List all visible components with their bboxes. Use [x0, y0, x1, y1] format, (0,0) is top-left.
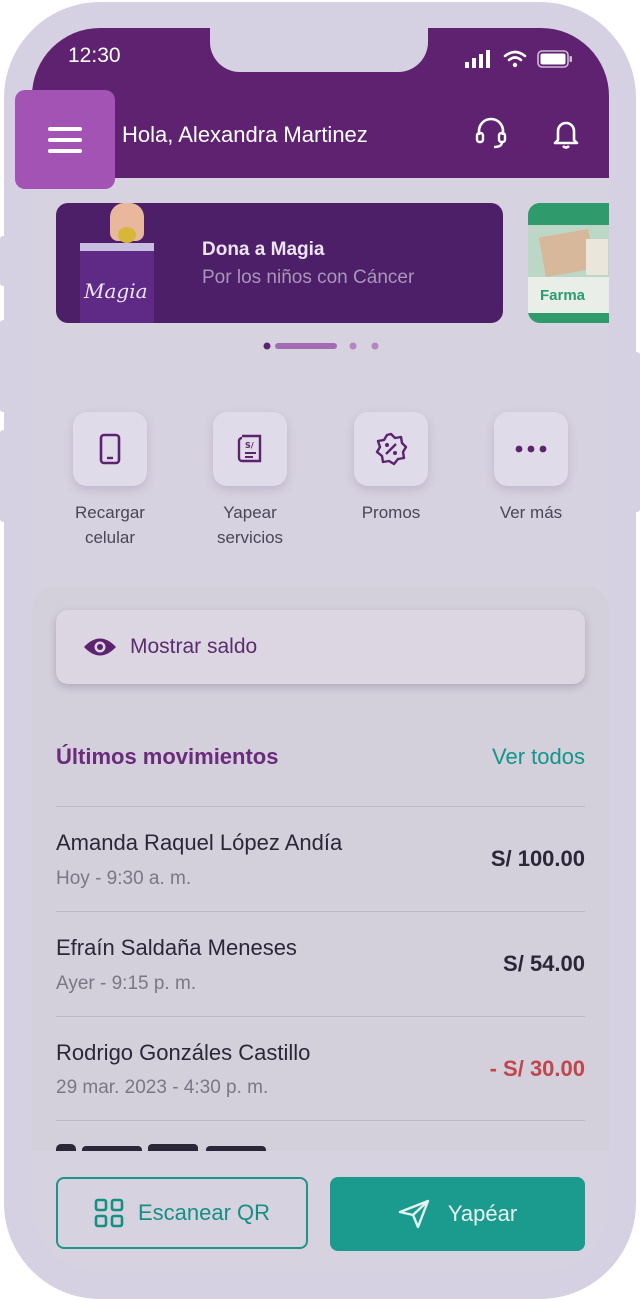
farma-logo: Farma	[540, 287, 586, 304]
show-balance-label: Mostrar saldo	[130, 635, 258, 658]
banner-title: Dona a Magia	[202, 239, 325, 260]
promos-button[interactable]	[354, 412, 428, 486]
wifi-icon	[503, 50, 527, 68]
qr-icon	[94, 1198, 124, 1228]
quick-action-label: Yapear servicios	[216, 503, 284, 547]
headset-icon[interactable]	[474, 116, 508, 150]
receipt-icon: S/	[237, 434, 262, 463]
yape-label: Yapéar	[447, 1201, 518, 1226]
transaction-name[interactable]: Efraín Saldaña Meneses	[56, 935, 297, 961]
phone-side-button	[0, 430, 6, 522]
transaction-amount: - S/ 30.00	[489, 1056, 585, 1081]
banner-farma[interactable]: Farma	[528, 203, 609, 323]
pay-services-button[interactable]: S/	[213, 412, 287, 486]
menu-icon	[48, 126, 82, 153]
eye-icon	[84, 638, 116, 656]
transaction-amount: S/ 100.00	[490, 846, 585, 871]
see-all-link[interactable]: Ver todos	[492, 744, 585, 770]
transaction-date: Ayer - 9:15 p. m.	[56, 973, 197, 994]
menu-button[interactable]	[15, 90, 115, 189]
status-icons	[465, 48, 573, 70]
yape-button[interactable]: Yapéar	[330, 1177, 585, 1251]
transaction-name[interactable]: Amanda Raquel López Andía	[56, 830, 342, 856]
discount-badge-icon	[375, 432, 408, 466]
transaction-date: Hoy - 9:30 a. m.	[56, 868, 192, 889]
see-more-button[interactable]	[494, 412, 568, 486]
phone-side-button	[634, 352, 640, 512]
quick-action-label: Recargar celular	[75, 503, 145, 547]
movements-title: Últimos movimientos	[56, 744, 279, 769]
svg-text:S/: S/	[245, 441, 254, 450]
transaction-name[interactable]: Rodrigo Gonzáles Castillo	[56, 1040, 310, 1066]
hand-coin-image	[110, 203, 144, 243]
phone-side-button	[0, 236, 6, 286]
magia-logo: Magia	[84, 279, 148, 303]
bell-icon[interactable]	[549, 116, 583, 150]
phone-side-button	[0, 320, 6, 412]
app-screen: 12:30 Hola, Alexandra Martinez Magia Don…	[32, 28, 609, 1272]
transaction-date: 29 mar. 2023 - 4:30 p. m.	[56, 1077, 269, 1098]
signal-icon	[465, 50, 490, 68]
transaction-amount: S/ 54.00	[503, 951, 585, 976]
greeting-text: Hola, Alexandra Martinez	[122, 122, 368, 147]
more-dots-icon	[515, 445, 547, 453]
status-time: 12:30	[68, 44, 121, 67]
scan-qr-label: Escanear QR	[137, 1200, 271, 1225]
divider	[56, 911, 585, 912]
recharge-phone-button[interactable]	[73, 412, 147, 486]
banner-donate-magia[interactable]: Magia Dona a Magia Por los niños con Cán…	[56, 203, 503, 323]
quick-action-label: Ver más	[499, 503, 563, 522]
divider	[56, 1016, 585, 1017]
magia-can-image: Magia	[80, 243, 154, 323]
quick-action-label: Promos	[361, 503, 421, 522]
phone-notch	[210, 28, 428, 72]
banner-subtitle: Por los niños con Cáncer	[202, 267, 415, 288]
battery-icon	[537, 50, 572, 68]
app-header: 12:30 Hola, Alexandra Martinez	[32, 28, 609, 178]
scan-qr-button[interactable]: Escanear QR	[56, 1177, 308, 1249]
divider	[56, 806, 585, 807]
show-balance-button[interactable]: Mostrar saldo	[56, 610, 585, 684]
divider	[56, 1120, 585, 1121]
phone-icon	[99, 433, 121, 465]
carousel-dots[interactable]	[263, 342, 383, 350]
send-icon	[398, 1199, 430, 1229]
